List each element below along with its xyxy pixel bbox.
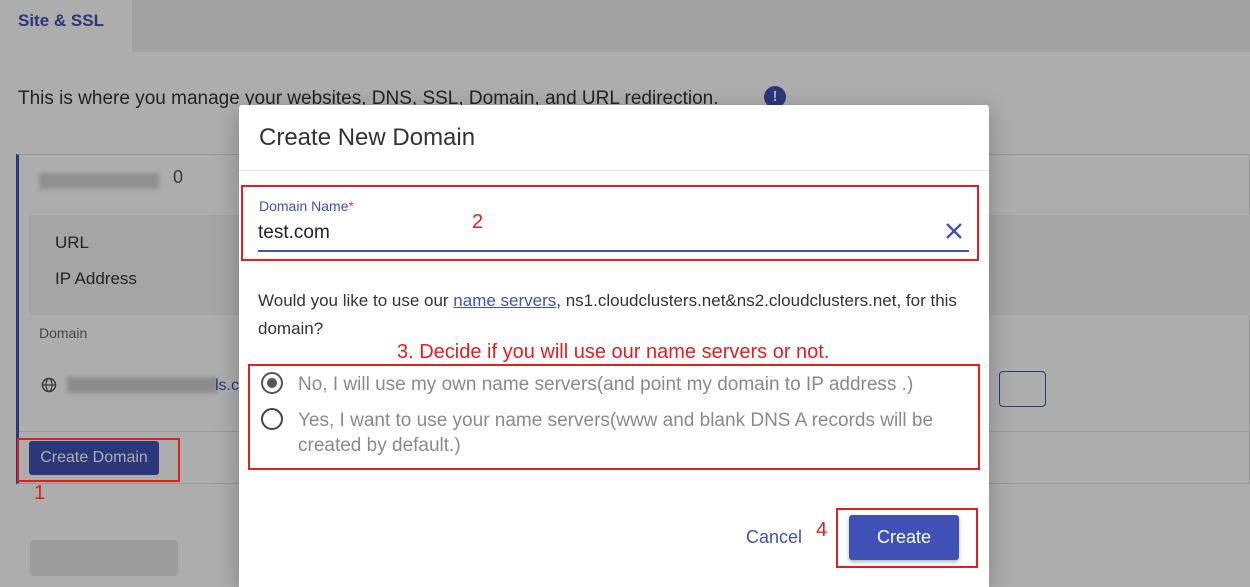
dialog-title: Create New Domain xyxy=(259,124,476,151)
name-servers-link[interactable]: name servers xyxy=(453,291,556,310)
annotation-step-4: 4 xyxy=(816,519,828,541)
annotation-step-1: 1 xyxy=(34,482,46,504)
annotation-step-2: 2 xyxy=(472,211,484,233)
question-text-start: Would you like to use our xyxy=(258,291,454,310)
annotation-box-2 xyxy=(241,185,979,261)
annotation-box-3 xyxy=(248,364,980,470)
name-server-question: Would you like to use our name servers, … xyxy=(258,287,978,343)
cancel-button[interactable]: Cancel xyxy=(746,527,802,548)
annotation-box-4 xyxy=(836,508,978,568)
annotation-box-1 xyxy=(17,438,180,482)
dialog-divider xyxy=(239,170,989,171)
annotation-step-3: 3. Decide if you will use our name serve… xyxy=(397,341,830,363)
